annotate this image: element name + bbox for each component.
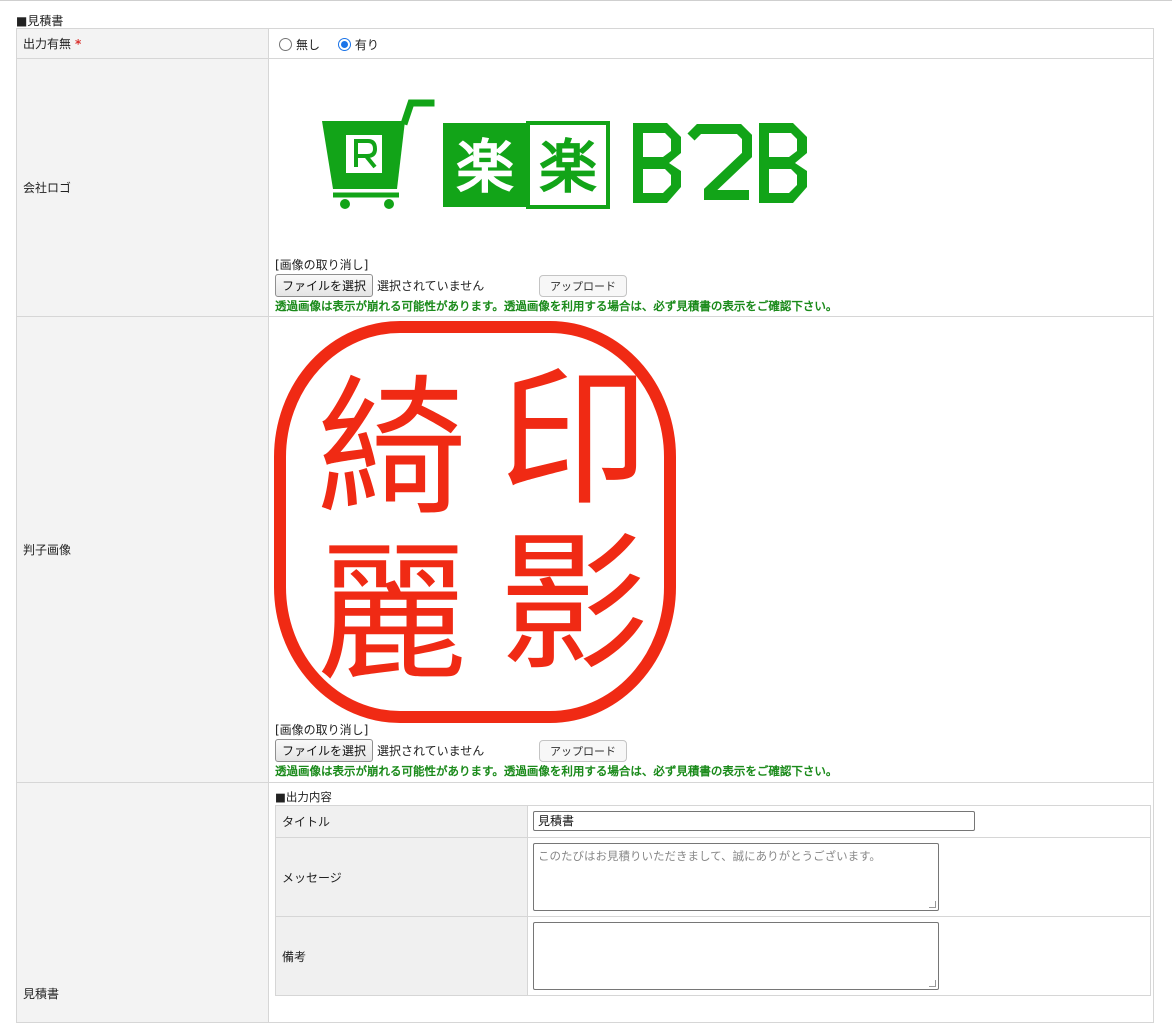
stamp-label-cell: 判子画像 xyxy=(16,316,269,783)
logo-transparency-notice: 透過画像は表示が崩れる可能性があります。透過画像を利用する場合は、必ず見積書の表… xyxy=(275,299,838,313)
stamp-char-ei: 影 xyxy=(499,518,649,692)
output-content-table: タイトル 見積書 メッセージ このたびはお見積りいただきまして、誠にありがとうご… xyxy=(275,805,1151,996)
stamp-label: 判子画像 xyxy=(23,543,72,557)
estimate-label: 見積書 xyxy=(23,987,60,1001)
logo-upload-button[interactable]: アップロード xyxy=(539,274,628,297)
hanko-stamp: 印 綺 影 麗 xyxy=(274,321,676,723)
message-textarea[interactable]: このたびはお見積りいただきまして、誠にありがとうございます。 xyxy=(533,843,939,911)
logo-cancel-link[interactable]: [画像の取り消し] xyxy=(275,256,1153,273)
stamp-image: 印 綺 影 麗 xyxy=(269,317,1153,723)
remarks-textarea[interactable] xyxy=(533,922,939,990)
logo-label-cell: 会社ロゴ xyxy=(16,58,269,317)
radio-option-yes[interactable]: 有り xyxy=(337,36,379,53)
radio-option-none[interactable]: 無し xyxy=(279,36,320,53)
stamp-choose-file-button[interactable]: ファイルを選択 xyxy=(275,739,374,762)
stamp-char-ki: 綺 xyxy=(317,363,467,537)
title-field-label: タイトル xyxy=(275,805,528,838)
logo-upload-row: ファイルを選択 選択されていません アップロード xyxy=(275,274,1153,297)
logo-label: 会社ロゴ xyxy=(23,181,72,195)
output-label-cell: 出力有無 * xyxy=(16,28,269,59)
message-field-row: メッセージ このたびはお見積りいただきまして、誠にありがとうございます。 xyxy=(275,837,1151,917)
section-title: ■見積書 xyxy=(16,14,64,28)
radio-yes-button[interactable] xyxy=(337,38,351,51)
output-content-title: ■出力内容 xyxy=(275,790,332,804)
required-mark: * xyxy=(75,37,82,51)
output-label: 出力有無 xyxy=(23,37,72,51)
top-divider xyxy=(0,0,1172,1)
logo-raku-2: 楽 xyxy=(539,133,597,201)
radio-yes-label: 有り xyxy=(354,38,379,52)
stamp-char-rei: 麗 xyxy=(317,528,467,702)
stamp-upload-row: ファイルを選択 選択されていません アップロード xyxy=(275,739,1153,762)
estimate-label-cell: 見積書 xyxy=(16,782,269,1023)
remarks-field-label: 備考 xyxy=(275,916,528,996)
stamp-char-in: 印 xyxy=(499,353,649,527)
title-input[interactable]: 見積書 xyxy=(533,811,975,831)
stamp-transparency-notice: 透過画像は表示が崩れる可能性があります。透過画像を利用する場合は、必ず見積書の表… xyxy=(275,764,838,778)
title-field-row: タイトル 見積書 xyxy=(275,805,1151,838)
estimate-settings-table: 出力有無 * 無し 有り 会社ロゴ 楽 楽 [画像の取り消し] ファイルを選択 … xyxy=(16,28,1154,1023)
stamp-row: 判子画像 印 綺 影 麗 [画像の取り消し] ファイルを選択 選択されていません… xyxy=(16,316,1154,783)
logo-no-file-text: 選択されていません xyxy=(377,279,485,293)
remarks-field-row: 備考 xyxy=(275,916,1151,996)
rakuraku-b2b-logo: 楽 楽 xyxy=(322,99,807,209)
output-radio-group: 無し 有り xyxy=(269,29,1153,58)
radio-none-button[interactable] xyxy=(279,38,292,51)
message-field-label: メッセージ xyxy=(275,837,528,917)
logo-row: 会社ロゴ 楽 楽 [画像の取り消し] ファイルを選択 選択されていません アップ… xyxy=(16,58,1154,317)
logo-raku-1: 楽 xyxy=(456,133,514,201)
stamp-no-file-text: 選択されていません xyxy=(377,744,485,758)
logo-choose-file-button[interactable]: ファイルを選択 xyxy=(275,274,374,297)
company-logo-image: 楽 楽 xyxy=(269,59,1153,256)
radio-none-label: 無し xyxy=(296,38,321,52)
output-row: 出力有無 * 無し 有り xyxy=(16,28,1154,59)
stamp-upload-button[interactable]: アップロード xyxy=(539,739,628,762)
stamp-cancel-link[interactable]: [画像の取り消し] xyxy=(275,721,1153,738)
estimate-content-row: 見積書 ■出力内容 タイトル 見積書 メッセージ このたびはお見積りいただきまし… xyxy=(16,782,1154,1023)
